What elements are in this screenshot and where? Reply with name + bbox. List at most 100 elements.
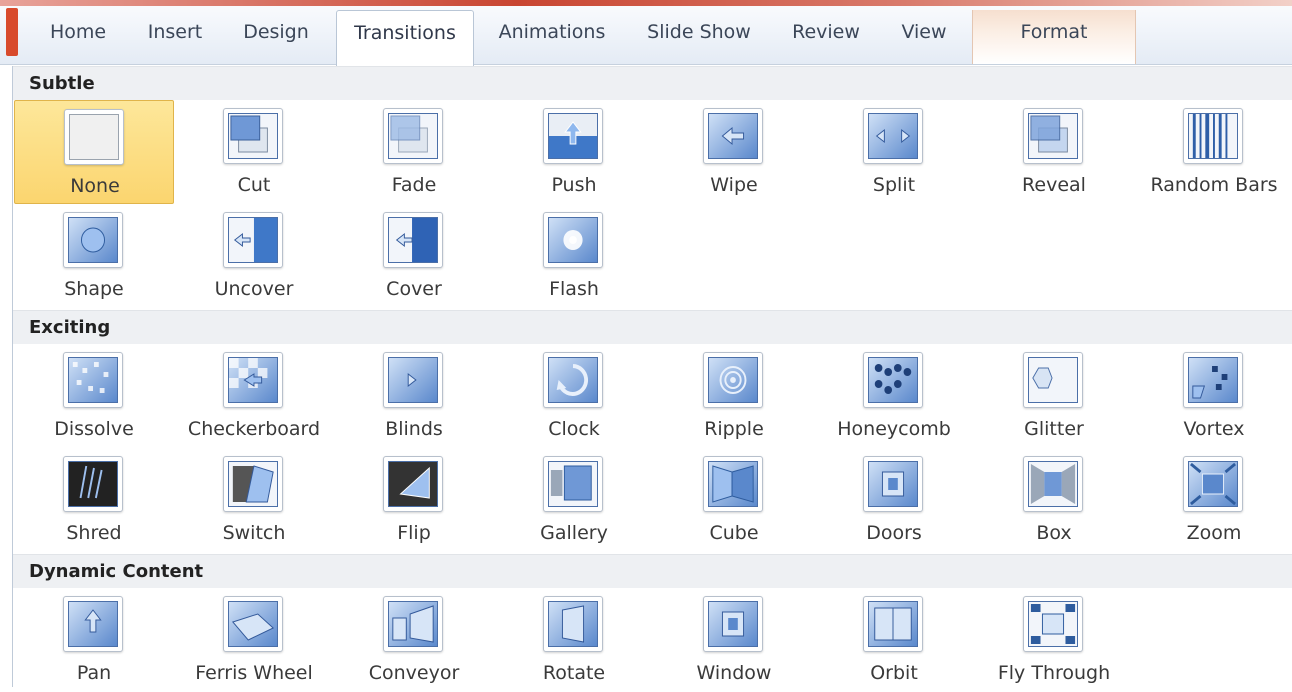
ripple-transition-icon	[703, 352, 763, 408]
uncover-transition-icon	[223, 212, 283, 268]
transition-reveal[interactable]: Reveal	[974, 100, 1134, 204]
transition-dissolve[interactable]: Dissolve	[14, 344, 174, 448]
transition-clock[interactable]: Clock	[494, 344, 654, 448]
transition-blinds[interactable]: Blinds	[334, 344, 494, 448]
tab-home[interactable]: Home	[40, 10, 116, 64]
section-header-subtle: Subtle	[13, 66, 1292, 100]
transition-random-bars[interactable]: Random Bars	[1134, 100, 1292, 204]
transition-label: Dissolve	[54, 418, 134, 440]
transition-label: Rotate	[542, 662, 606, 684]
transition-ferris-wheel[interactable]: Ferris Wheel	[174, 588, 334, 692]
random-bars-transition-icon	[1183, 108, 1243, 164]
transition-glitter[interactable]: Glitter	[974, 344, 1134, 448]
transition-honeycomb[interactable]: Honeycomb	[814, 344, 974, 448]
shred-transition-icon	[63, 456, 123, 512]
transition-wipe[interactable]: Wipe	[654, 100, 814, 204]
transition-split[interactable]: Split	[814, 100, 974, 204]
transition-label: Window	[696, 662, 772, 684]
cut-transition-icon	[223, 108, 283, 164]
tab-design[interactable]: Design	[228, 10, 324, 64]
transition-label: Flash	[549, 278, 599, 300]
transition-fly-through[interactable]: Fly Through	[974, 588, 1134, 692]
transition-push[interactable]: Push	[494, 100, 654, 204]
transition-label: Conveyor	[368, 662, 460, 684]
transition-doors[interactable]: Doors	[814, 448, 974, 552]
tab-format[interactable]: Format	[972, 10, 1136, 64]
transition-label: Box	[1036, 522, 1072, 544]
transition-label: Reveal	[1022, 174, 1086, 196]
transition-pan[interactable]: Pan	[14, 588, 174, 692]
transition-label: Shape	[64, 278, 124, 300]
ferris-wheel-transition-icon	[223, 596, 283, 652]
none-transition-icon	[64, 109, 124, 165]
transition-label: Honeycomb	[837, 418, 951, 440]
transition-label: Zoom	[1186, 522, 1242, 544]
flash-transition-icon	[543, 212, 603, 268]
transition-label: Vortex	[1183, 418, 1245, 440]
transition-label: Cover	[386, 278, 442, 300]
transition-orbit[interactable]: Orbit	[814, 588, 974, 692]
tab-insert[interactable]: Insert	[136, 10, 214, 64]
transition-switch[interactable]: Switch	[174, 448, 334, 552]
wipe-transition-icon	[703, 108, 763, 164]
transition-label: Cut	[237, 174, 271, 196]
window-transition-icon	[703, 596, 763, 652]
transition-zoom[interactable]: Zoom	[1134, 448, 1292, 552]
transition-label: Fade	[391, 174, 437, 196]
transition-cover[interactable]: Cover	[334, 204, 494, 308]
file-tab-edge[interactable]	[6, 8, 18, 56]
dissolve-transition-icon	[63, 352, 123, 408]
tab-view[interactable]: View	[880, 10, 968, 64]
transition-label: Doors	[866, 522, 922, 544]
cover-transition-icon	[383, 212, 443, 268]
transition-conveyor[interactable]: Conveyor	[334, 588, 494, 692]
transition-checkerboard[interactable]: Checkerboard	[174, 344, 334, 448]
transition-label: Switch	[222, 522, 286, 544]
transition-ripple[interactable]: Ripple	[654, 344, 814, 448]
blinds-transition-icon	[383, 352, 443, 408]
checkerboard-transition-icon	[223, 352, 283, 408]
cube-transition-icon	[703, 456, 763, 512]
tab-animations[interactable]: Animations	[478, 10, 626, 64]
transition-shred[interactable]: Shred	[14, 448, 174, 552]
transition-label: Split	[872, 174, 916, 196]
box-transition-icon	[1023, 456, 1083, 512]
transition-vortex[interactable]: Vortex	[1134, 344, 1292, 448]
transition-cut[interactable]: Cut	[174, 100, 334, 204]
doors-transition-icon	[863, 456, 923, 512]
transition-label: Glitter	[1024, 418, 1084, 440]
transition-label: Fly Through	[997, 662, 1111, 684]
transition-label: Flip	[397, 522, 431, 544]
gallery-transition-icon	[543, 456, 603, 512]
transition-label: Random Bars	[1150, 174, 1278, 196]
transition-label: Pan	[76, 662, 112, 684]
tab-transitions[interactable]: Transitions	[336, 10, 474, 66]
transition-label: Shred	[66, 522, 122, 544]
transition-label: Clock	[548, 418, 600, 440]
clock-transition-icon	[543, 352, 603, 408]
transition-box[interactable]: Box	[974, 448, 1134, 552]
transition-label: Ferris Wheel	[195, 662, 313, 684]
vortex-transition-icon	[1183, 352, 1243, 408]
zoom-transition-icon	[1183, 456, 1243, 512]
transition-fade[interactable]: Fade	[334, 100, 494, 204]
transition-none[interactable]: None	[14, 100, 174, 204]
transition-label: Cube	[709, 522, 759, 544]
fade-transition-icon	[383, 108, 443, 164]
transition-label: Gallery	[540, 522, 608, 544]
transition-shape[interactable]: Shape	[14, 204, 174, 308]
transition-label: Ripple	[704, 418, 764, 440]
tab-slide-show[interactable]: Slide Show	[628, 10, 770, 64]
transition-rotate[interactable]: Rotate	[494, 588, 654, 692]
transition-cube[interactable]: Cube	[654, 448, 814, 552]
transition-label: None	[70, 175, 120, 197]
switch-transition-icon	[223, 456, 283, 512]
transition-gallery[interactable]: Gallery	[494, 448, 654, 552]
section-header-exciting: Exciting	[13, 310, 1292, 344]
transition-window[interactable]: Window	[654, 588, 814, 692]
transition-flip[interactable]: Flip	[334, 448, 494, 552]
transition-flash[interactable]: Flash	[494, 204, 654, 308]
tab-review[interactable]: Review	[776, 10, 876, 64]
transition-label: Orbit	[870, 662, 918, 684]
transition-uncover[interactable]: Uncover	[174, 204, 334, 308]
